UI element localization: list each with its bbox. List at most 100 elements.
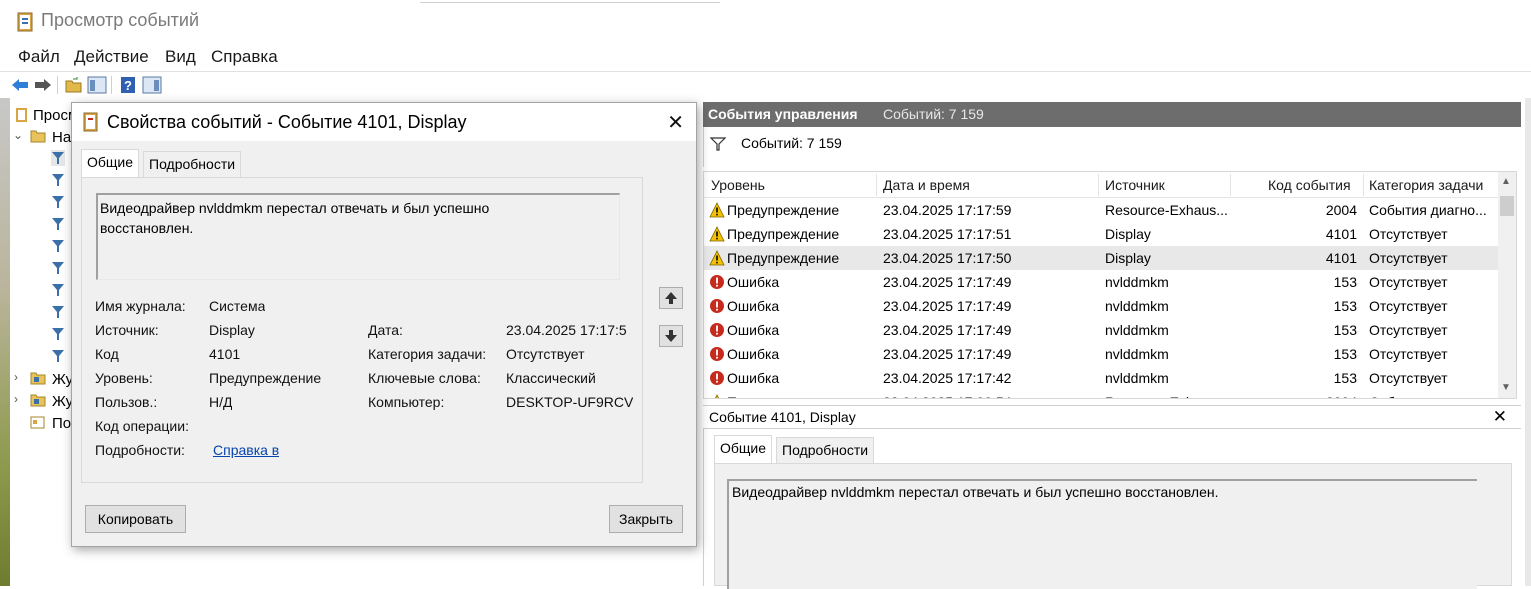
task-category-value[interactable]: Отсутствует bbox=[506, 346, 585, 362]
column-divider[interactable] bbox=[1230, 174, 1231, 196]
user-label: Пользов.: bbox=[95, 394, 158, 410]
event-detail-header: Событие 4101, Display ✕ bbox=[703, 405, 1521, 429]
description-line-1: Видеодрайвер nvlddmkm перестал отвечать … bbox=[100, 200, 490, 216]
filter-icon[interactable] bbox=[51, 150, 65, 166]
filter-icon[interactable] bbox=[51, 326, 65, 342]
forward-arrow-icon[interactable] bbox=[33, 76, 53, 94]
detail-general-panel: Видеодрайвер nvlddmkm перестал отвечать … bbox=[714, 463, 1512, 589]
dialog-general-panel: Видеодрайвер nvlddmkm перестал отвечать … bbox=[81, 177, 643, 483]
table-row[interactable]: Ошибка 23.04.2025 17:17:49 nvlddmkm 153 Отсу… bbox=[704, 342, 1499, 366]
source-value[interactable]: Display bbox=[209, 322, 255, 338]
filter-icon[interactable] bbox=[51, 238, 65, 254]
tree-subscriptions-label: По bbox=[52, 415, 72, 432]
cell-date: 23.04.2025 17:17:50 bbox=[883, 250, 1012, 266]
cell-task-category: Отсутствует bbox=[1369, 274, 1448, 290]
cell-level: Ошибка bbox=[727, 346, 780, 362]
menu-action[interactable]: Действие bbox=[74, 47, 149, 67]
table-row[interactable]: Предупреждение 23.04.2025 17:00:54 Resourc… bbox=[704, 390, 1499, 398]
close-icon[interactable]: ✕ bbox=[667, 110, 684, 135]
warning-icon bbox=[709, 250, 725, 266]
help-icon[interactable]: ? bbox=[119, 76, 139, 94]
table-row[interactable]: Ошибка 23.04.2025 17:17:49 nvlddmkm 153 Отсу… bbox=[704, 294, 1499, 318]
tab-details[interactable]: Подробности bbox=[143, 151, 242, 177]
folder-icon bbox=[30, 130, 46, 143]
date-value[interactable]: 23.04.2025 17:17:5 bbox=[506, 322, 632, 338]
close-button[interactable]: Закрыть bbox=[609, 505, 683, 533]
filter-icon[interactable] bbox=[51, 304, 65, 320]
column-header-task-category[interactable]: Категория задачи bbox=[1369, 177, 1483, 193]
scroll-down-icon[interactable]: ▼ bbox=[1501, 382, 1511, 393]
toolbar-separator bbox=[111, 76, 112, 94]
keywords-value[interactable]: Классический bbox=[506, 370, 596, 386]
table-row[interactable]: Предупреждение 23.04.2025 17:17:51 Display… bbox=[704, 222, 1499, 246]
menu-view[interactable]: Вид bbox=[165, 47, 196, 67]
menu-bar: Файл Действие Вид Справка bbox=[0, 44, 1531, 72]
cell-date: 23.04.2025 17:17:49 bbox=[883, 322, 1012, 338]
tab-general[interactable]: Общие bbox=[81, 149, 140, 178]
column-divider[interactable] bbox=[1098, 174, 1099, 196]
copy-button[interactable]: Копировать bbox=[85, 505, 186, 533]
cell-source: nvlddmkm bbox=[1105, 346, 1169, 362]
cell-date: 23.04.2025 17:17:51 bbox=[883, 226, 1012, 242]
back-arrow-icon[interactable] bbox=[10, 76, 30, 94]
level-value[interactable]: Предупреждение bbox=[209, 370, 321, 386]
event-code-value[interactable]: 4101 bbox=[209, 346, 240, 362]
events-table: Уровень Дата и время Источник Код событи… bbox=[703, 171, 1517, 399]
svg-text:?: ? bbox=[124, 78, 132, 93]
log-name-label: Имя журнала: bbox=[95, 298, 186, 314]
table-row[interactable]: Предупреждение 23.04.2025 17:17:50 Display… bbox=[704, 246, 1499, 270]
tab-details[interactable]: Подробности bbox=[776, 437, 875, 463]
table-row[interactable]: Предупреждение 23.04.2025 17:17:59 Resourc… bbox=[704, 198, 1499, 222]
event-viewer-icon bbox=[83, 112, 98, 132]
cell-task-category: Отсутствует bbox=[1369, 250, 1448, 266]
vertical-scrollbar[interactable]: ▲ ▼ bbox=[1498, 172, 1516, 398]
scrollbar-thumb[interactable] bbox=[1500, 196, 1514, 216]
chevron-right-icon[interactable]: › bbox=[14, 370, 18, 384]
column-divider[interactable] bbox=[1363, 174, 1364, 196]
log-name-value[interactable]: Система bbox=[209, 298, 265, 314]
cell-level: Ошибка bbox=[727, 370, 780, 386]
table-row[interactable]: Ошибка 23.04.2025 17:17:42 nvlddmkm 153 Отсу… bbox=[704, 366, 1499, 390]
event-code-label: Код bbox=[95, 346, 119, 362]
previous-event-button[interactable] bbox=[659, 287, 683, 309]
close-icon[interactable]: ✕ bbox=[1493, 407, 1507, 427]
show-hide-tree-icon[interactable] bbox=[87, 76, 107, 94]
computer-value[interactable]: DESKTOP-UF9RCV bbox=[506, 394, 633, 410]
cell-event-code: 153 bbox=[1333, 274, 1357, 290]
column-divider[interactable] bbox=[876, 174, 877, 196]
filter-icon[interactable] bbox=[51, 216, 65, 232]
filter-icon[interactable] bbox=[51, 194, 65, 210]
filter-icon[interactable] bbox=[51, 172, 65, 188]
scroll-up-icon[interactable]: ▲ bbox=[1501, 176, 1511, 187]
more-info-label: Подробности: bbox=[95, 442, 185, 458]
cell-source: nvlddmkm bbox=[1105, 322, 1169, 338]
event-description[interactable]: Видеодрайвер nvlddmkm перестал отвечать … bbox=[96, 193, 620, 280]
open-folder-icon[interactable] bbox=[64, 76, 84, 94]
column-header-date[interactable]: Дата и время bbox=[883, 177, 970, 193]
menu-file[interactable]: Файл bbox=[18, 47, 60, 67]
chevron-right-icon[interactable]: › bbox=[14, 392, 18, 406]
online-help-link[interactable]: Справка в bbox=[213, 442, 279, 458]
cell-date: 23.04.2025 17:17:42 bbox=[883, 370, 1012, 386]
filter-count-text: Событий: 7 159 bbox=[741, 135, 842, 151]
show-hide-action-pane-icon[interactable] bbox=[142, 76, 162, 94]
menu-help[interactable]: Справка bbox=[211, 47, 278, 67]
column-header-event-code[interactable]: Код события bbox=[1268, 177, 1351, 193]
user-value[interactable]: Н/Д bbox=[209, 394, 232, 410]
table-row[interactable]: Ошибка 23.04.2025 17:17:49 nvlddmkm 153 Отсу… bbox=[704, 318, 1499, 342]
chevron-down-icon[interactable]: ⌄ bbox=[13, 128, 23, 142]
cell-level: Предупреждение bbox=[727, 226, 840, 242]
column-header-source[interactable]: Источник bbox=[1105, 177, 1165, 193]
table-row[interactable]: Ошибка 23.04.2025 17:17:49 nvlddmkm 153 Отсу… bbox=[704, 270, 1499, 294]
cell-task-category: Отсутствует bbox=[1369, 226, 1448, 242]
filter-icon[interactable] bbox=[51, 348, 65, 364]
column-header-level[interactable]: Уровень bbox=[711, 177, 765, 193]
toolbar-separator bbox=[57, 76, 58, 94]
filter-icon[interactable] bbox=[51, 282, 65, 298]
next-event-button[interactable] bbox=[659, 325, 683, 347]
description-line-2: восстановлен. bbox=[100, 220, 194, 236]
filter-icon[interactable] bbox=[51, 260, 65, 276]
event-description[interactable]: Видеодрайвер nvlddmkm перестал отвечать … bbox=[727, 479, 1477, 589]
cell-level: Ошибка bbox=[727, 274, 780, 290]
tab-general[interactable]: Общие bbox=[714, 435, 773, 464]
